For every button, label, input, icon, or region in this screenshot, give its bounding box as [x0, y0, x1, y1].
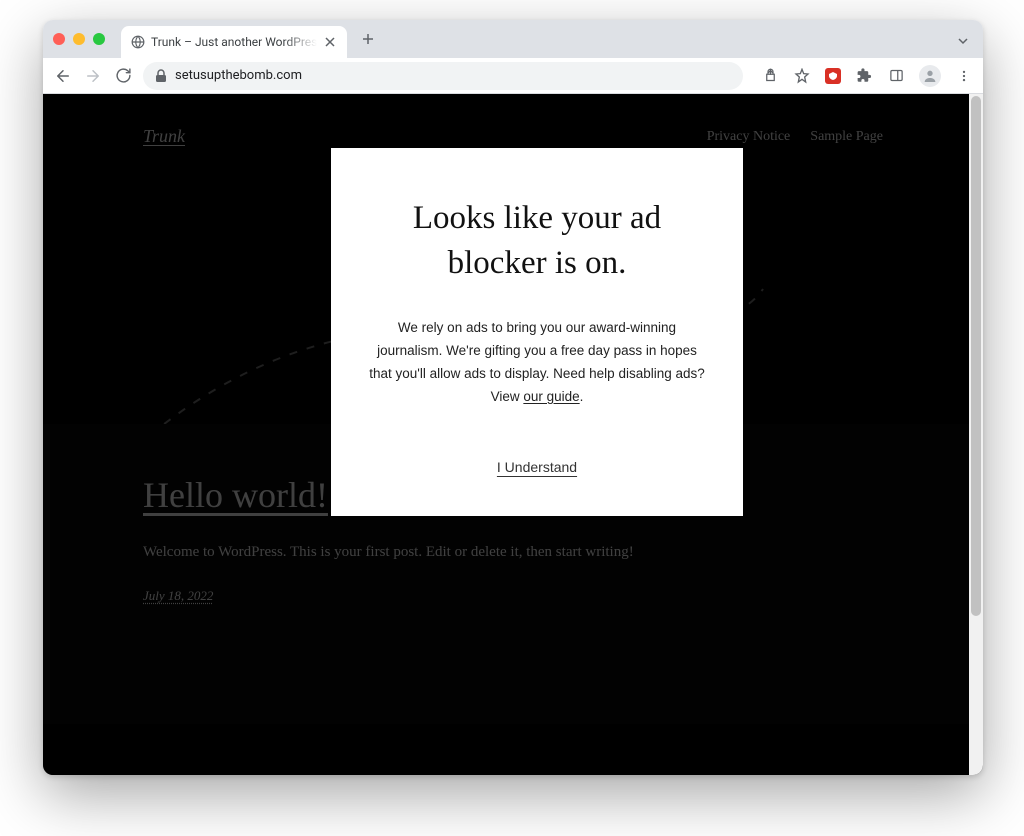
share-icon[interactable] [761, 67, 779, 85]
browser-window: Trunk – Just another WordPres setusupthe… [43, 20, 983, 775]
forward-button[interactable] [83, 66, 103, 86]
profile-button[interactable] [919, 65, 941, 87]
close-window-button[interactable] [53, 33, 65, 45]
modal-title: Looks like your ad blocker is on. [369, 196, 705, 285]
star-icon[interactable] [793, 67, 811, 85]
window-controls [53, 33, 105, 45]
extensions-icon[interactable] [855, 67, 873, 85]
tab-title: Trunk – Just another WordPres [151, 35, 317, 49]
adblock-extension-icon[interactable] [825, 68, 841, 84]
reload-button[interactable] [113, 66, 133, 86]
toolbar-actions [753, 65, 973, 87]
close-tab-button[interactable] [323, 35, 337, 49]
new-tab-button[interactable] [355, 26, 381, 52]
understand-button[interactable]: I Understand [497, 459, 577, 475]
adblock-modal: Looks like your ad blocker is on. We rel… [331, 148, 743, 516]
scrollbar-track[interactable] [969, 94, 983, 775]
browser-toolbar: setusupthebomb.com [43, 58, 983, 94]
chevron-down-icon[interactable] [957, 32, 969, 51]
scrollbar-thumb[interactable] [971, 96, 981, 616]
maximize-window-button[interactable] [93, 33, 105, 45]
globe-icon [131, 35, 145, 49]
minimize-window-button[interactable] [73, 33, 85, 45]
browser-tab[interactable]: Trunk – Just another WordPres [121, 26, 347, 58]
modal-body: We rely on ads to bring you our award-wi… [369, 317, 705, 409]
page-viewport: Trunk Privacy Notice Sample Page Hello w… [43, 94, 983, 775]
sidepanel-icon[interactable] [887, 67, 905, 85]
address-bar[interactable]: setusupthebomb.com [143, 62, 743, 90]
tab-bar: Trunk – Just another WordPres [43, 20, 983, 58]
menu-button[interactable] [955, 67, 973, 85]
back-button[interactable] [53, 66, 73, 86]
url-text: setusupthebomb.com [175, 68, 302, 83]
lock-icon [155, 69, 167, 83]
guide-link[interactable]: our guide [523, 389, 579, 404]
modal-body-suffix: . [580, 389, 584, 404]
